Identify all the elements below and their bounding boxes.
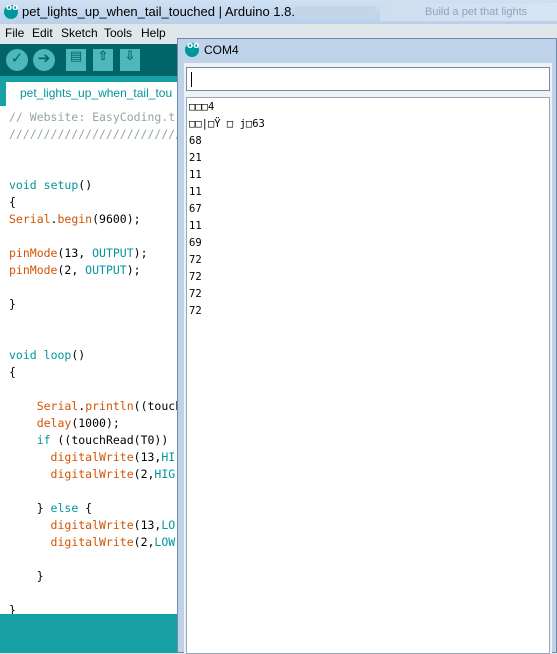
verify-icon[interactable]: ✓ <box>6 49 28 71</box>
code-line: pinMode(13, OUTPUT); <box>9 246 148 260</box>
menu-edit[interactable]: Edit <box>32 26 53 40</box>
serial-monitor-window: COM4 □□□4 □□|□Ÿ □ j□63 68 21 11 11 67 11 69 72 72 7… <box>177 38 557 654</box>
serial-output-line: 68 <box>189 135 202 147</box>
menu-file[interactable]: File <box>5 26 24 40</box>
sketch-tab[interactable]: pet_lights_up_when_tail_tou <box>6 82 180 106</box>
open-icon[interactable]: ⇧ <box>93 49 113 71</box>
serial-monitor-body: □□□4 □□|□Ÿ □ j□63 68 21 11 11 67 11 69 72 72 72 72 <box>184 63 552 654</box>
code-line: } <box>9 603 16 614</box>
menu-sketch[interactable]: Sketch <box>61 26 98 40</box>
background-browser-tab[interactable]: Build a pet that lights <box>380 3 557 21</box>
code-line: delay(1000); <box>36 416 120 430</box>
code-editor[interactable]: // Website: EasyCoding.t ////////////////… <box>0 106 180 614</box>
code-line: void loop() <box>9 348 86 362</box>
menu-help[interactable]: Help <box>141 26 166 40</box>
serial-output-line: 11 <box>189 169 202 181</box>
save-icon[interactable]: ⇩ <box>120 49 140 71</box>
code-line: digitalWrite(2,LOW <box>50 535 176 549</box>
serial-output-line: 69 <box>189 237 202 249</box>
code-line: digitalWrite(13,HI <box>50 450 176 464</box>
serial-send-input[interactable] <box>186 67 550 91</box>
code-line: // Website: EasyCoding.t <box>9 110 176 124</box>
code-line: { <box>9 195 16 209</box>
background-window-edge <box>295 6 375 18</box>
code-line: } <box>9 297 16 311</box>
code-line: } else { <box>9 501 93 515</box>
arduino-logo-icon <box>185 41 199 57</box>
serial-output-line: 72 <box>189 305 202 317</box>
code-line: pinMode(2, OUTPUT); <box>9 263 141 277</box>
background-tab-label: Build a pet that lights <box>425 6 528 18</box>
code-line: } <box>9 569 44 583</box>
arduino-logo-icon <box>4 3 18 19</box>
menu-tools[interactable]: Tools <box>104 26 132 40</box>
code-line: digitalWrite(2,HIG <box>50 467 176 481</box>
code-line: digitalWrite(13,LO <box>50 518 176 532</box>
serial-output-line: 72 <box>189 288 202 300</box>
code-line: ///////////////////////// <box>9 127 180 141</box>
text-caret <box>191 72 192 87</box>
ide-tab-bar: pet_lights_up_when_tail_tou <box>0 76 180 106</box>
serial-output-line: □□□4 <box>189 101 215 113</box>
ide-toolbar: ✓ ➔ ▤ ⇧ ⇩ <box>0 44 180 76</box>
new-icon[interactable]: ▤ <box>66 49 86 71</box>
code-line: if ((touchRead(T0)) <box>36 433 169 447</box>
ide-status-bar <box>0 614 180 653</box>
serial-output-area[interactable]: □□□4 □□|□Ÿ □ j□63 68 21 11 11 67 11 69 72 72 72 72 <box>186 97 550 654</box>
ide-title-bar[interactable]: pet_lights_up_when_tail_touched | Arduin… <box>0 0 557 25</box>
serial-output-line: 72 <box>189 271 202 283</box>
ide-window-title: pet_lights_up_when_tail_touched | Arduin… <box>22 4 303 19</box>
serial-output-line: 11 <box>189 186 202 198</box>
serial-output-line: □□|□Ÿ □ j□63 <box>189 118 265 130</box>
serial-output-line: 72 <box>189 254 202 266</box>
sketch-tab-label: pet_lights_up_when_tail_tou <box>20 86 173 100</box>
code-line: void setup() <box>9 178 93 192</box>
serial-output-line: 67 <box>189 203 202 215</box>
serial-title-bar[interactable]: COM4 <box>178 39 557 61</box>
serial-output-line: 21 <box>189 152 202 164</box>
code-line: { <box>9 365 16 379</box>
serial-output-line: 11 <box>189 220 202 232</box>
code-line: Serial.begin(9600); <box>9 212 141 226</box>
serial-window-title: COM4 <box>204 43 239 57</box>
upload-icon[interactable]: ➔ <box>33 49 55 71</box>
code-line: Serial.println((touch <box>36 399 180 413</box>
